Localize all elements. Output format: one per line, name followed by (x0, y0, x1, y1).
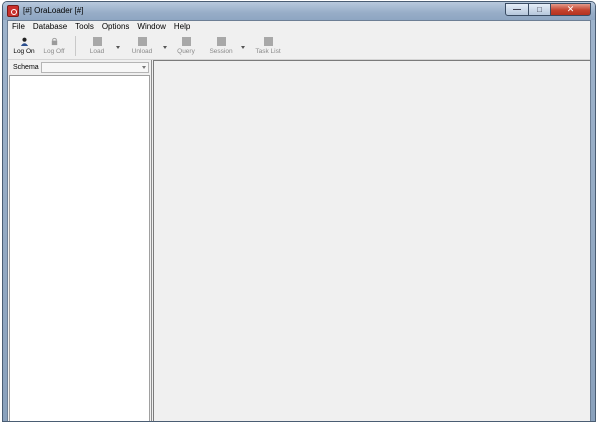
toolbar-separator (75, 36, 76, 56)
menu-options[interactable]: Options (98, 21, 134, 33)
load-button[interactable]: Load (83, 35, 111, 57)
schema-select[interactable] (41, 62, 149, 73)
oraloader-app-icon[interactable] (7, 5, 19, 17)
chevron-down-icon[interactable] (142, 66, 146, 69)
log-on-button[interactable]: Log On (10, 35, 38, 57)
query-icon (181, 37, 191, 46)
database-icon (137, 37, 147, 46)
window-title: [#] OraLoader [#] (23, 6, 84, 15)
load-label: Load (89, 48, 105, 55)
maximize-icon: □ (537, 5, 542, 14)
schema-panel: Schema (8, 60, 152, 421)
caption-buttons: — □ ✕ (505, 3, 591, 16)
lock-icon (51, 37, 57, 46)
query-button[interactable]: Query (172, 35, 200, 57)
unload-button[interactable]: Unload (125, 35, 159, 57)
database-icon (92, 37, 102, 46)
workspace-area (153, 60, 590, 421)
load-dropdown-arrow-icon[interactable] (116, 46, 120, 49)
session-label: Session (209, 48, 233, 55)
unload-label: Unload (131, 48, 153, 55)
log-off-button[interactable]: Log Off (40, 35, 68, 57)
query-label: Query (177, 48, 195, 55)
close-icon: ✕ (566, 4, 575, 14)
close-button[interactable]: ✕ (551, 3, 591, 16)
menu-window[interactable]: Window (133, 21, 169, 33)
log-off-label: Log Off (43, 48, 65, 55)
user-icon (20, 37, 28, 46)
session-button[interactable]: Session (205, 35, 237, 57)
maximize-button[interactable]: □ (529, 3, 551, 16)
app-window: [#] OraLoader [#] — □ ✕ File Database To… (2, 1, 596, 422)
minimize-icon: — (513, 5, 521, 14)
unload-dropdown-arrow-icon[interactable] (163, 46, 167, 49)
session-dropdown-arrow-icon[interactable] (241, 46, 245, 49)
schema-label: Schema (13, 64, 39, 71)
session-icon (216, 37, 226, 46)
menu-file[interactable]: File (8, 21, 29, 33)
task-list-icon (263, 37, 273, 46)
task-list-button[interactable]: Task List (248, 35, 288, 57)
menu-bar: File Database Tools Options Window Help (8, 21, 590, 33)
schema-object-list[interactable] (9, 75, 150, 421)
title-bar[interactable]: [#] OraLoader [#] — □ ✕ (3, 2, 595, 20)
menu-database[interactable]: Database (29, 21, 71, 33)
schema-row: Schema (8, 62, 151, 74)
task-list-label: Task List (255, 48, 281, 55)
minimize-button[interactable]: — (505, 3, 529, 16)
menu-help[interactable]: Help (170, 21, 194, 33)
log-on-label: Log On (13, 48, 35, 55)
toolbar: Log On Log Off Load Unload Query Session… (8, 33, 590, 60)
client-area: File Database Tools Options Window Help … (7, 20, 591, 421)
menu-tools[interactable]: Tools (71, 21, 98, 33)
